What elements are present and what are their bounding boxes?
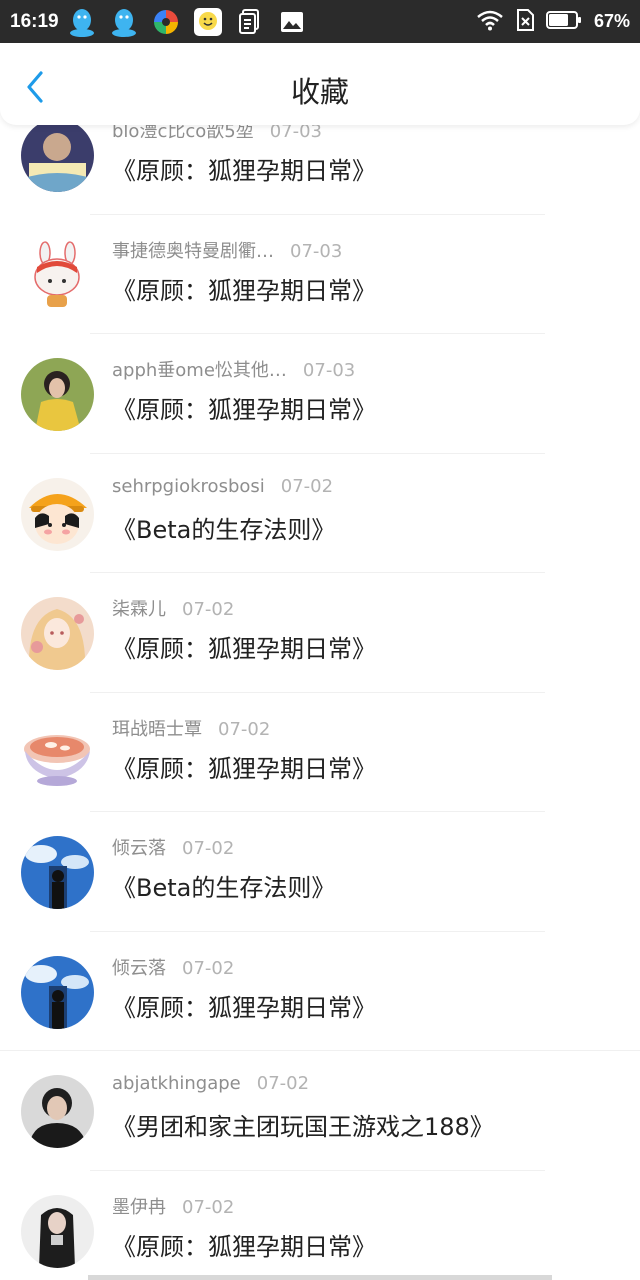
battery-percent: 67% [593, 11, 630, 31]
avatar[interactable] [21, 1075, 94, 1148]
date: 07-02 [218, 718, 271, 740]
list-item[interactable]: 墨伊冉 07-02 《原顾：狐狸孕期日常》 [0, 1171, 640, 1280]
system-icons: 67% [476, 8, 630, 35]
user-name: 事捷德奥特曼剧衢… [112, 240, 274, 262]
date: 07-02 [256, 1073, 310, 1094]
date: 07-02 [280, 475, 334, 497]
date: 07-03 [302, 360, 356, 381]
date: 07-02 [182, 1196, 235, 1218]
work-title[interactable]: 《原顾：狐狸孕期日常》 [112, 151, 376, 186]
avatar[interactable] [21, 119, 94, 192]
date: 07-02 [182, 838, 235, 859]
list-item[interactable]: 柒霖儿 07-02 《原顾：狐狸孕期日常》 [0, 573, 640, 693]
work-title[interactable]: 《Beta的生存法则》 [112, 510, 335, 545]
avatar[interactable] [21, 955, 94, 1029]
list-item[interactable]: abjatkhingape 07-02 《男团和家主团玩国王游戏之188》 [0, 1051, 640, 1171]
avatar[interactable] [21, 477, 94, 551]
work-title[interactable]: 《原顾：狐狸孕期日常》 [112, 988, 376, 1023]
work-title[interactable]: 《原顾：狐狸孕期日常》 [112, 271, 376, 306]
user-name: sehrpgiokrosbosi [112, 475, 265, 497]
qq-icon [109, 7, 139, 37]
list-item[interactable]: 事捷德奥特曼剧衢… 07-03 《原顾：狐狸孕期日常》 [0, 215, 640, 334]
favorites-list: blo澧c比co歆5堃 07-03 《原顾：狐狸孕期日常》 事捷德奥特曼剧衢… 07… [0, 95, 640, 1280]
list-item[interactable]: sehrpgiokrosbosi 07-02 《Beta的生存法则》 [0, 454, 640, 573]
work-title[interactable]: 《男团和家主团玩国王游戏之188》 [112, 1107, 494, 1142]
avatar[interactable] [21, 597, 94, 670]
work-title[interactable]: 《原顾：狐狸孕期日常》 [112, 629, 376, 664]
work-title[interactable]: 《原顾：狐狸孕期日常》 [112, 1227, 376, 1262]
user-name: 珥战晤士覃 [112, 718, 202, 740]
nav-header: 收藏 [0, 43, 640, 125]
document-icon [235, 7, 265, 37]
battery-icon [545, 10, 582, 34]
user-name: apph垂ome忪其他… [112, 360, 287, 381]
date: 07-02 [182, 599, 235, 620]
work-title[interactable]: 《Beta的生存法则》 [112, 868, 335, 903]
list-item[interactable]: 珥战晤士覃 07-02 《原顾：狐狸孕期日常》 [0, 693, 640, 812]
no-sim-icon [516, 8, 534, 35]
notification-icons [67, 7, 307, 37]
list-item[interactable]: 倾云落 07-02 《原顾：狐狸孕期日常》 [0, 932, 640, 1051]
bottom-tab-strip [88, 1275, 552, 1280]
date: 07-03 [290, 240, 343, 262]
emoji-app-icon [193, 7, 223, 37]
qq-icon [67, 7, 97, 37]
work-title[interactable]: 《原顾：狐狸孕期日常》 [112, 390, 376, 425]
wifi-icon [476, 9, 504, 35]
list-item[interactable]: apph垂ome忪其他… 07-03 《原顾：狐狸孕期日常》 [0, 334, 640, 454]
pinwheel-app-icon [151, 7, 181, 37]
avatar[interactable] [21, 836, 94, 909]
work-title[interactable]: 《原顾：狐狸孕期日常》 [112, 749, 376, 784]
date: 07-02 [182, 957, 235, 979]
status-time: 16:19 [10, 10, 59, 32]
page-title: 收藏 [290, 75, 349, 109]
avatar[interactable] [21, 1194, 94, 1268]
user-name: 倾云落 [112, 838, 166, 859]
user-name: 倾云落 [112, 957, 166, 979]
status-bar: 16:19 67% [0, 0, 640, 43]
user-name: 柒霖儿 [112, 599, 166, 620]
user-name: abjatkhingape [112, 1073, 241, 1094]
list-item[interactable]: 倾云落 07-02 《Beta的生存法则》 [0, 812, 640, 932]
avatar[interactable] [21, 358, 94, 431]
user-name: 墨伊冉 [112, 1196, 166, 1218]
avatar[interactable] [21, 716, 94, 790]
image-icon [277, 7, 307, 37]
avatar[interactable] [21, 238, 94, 312]
